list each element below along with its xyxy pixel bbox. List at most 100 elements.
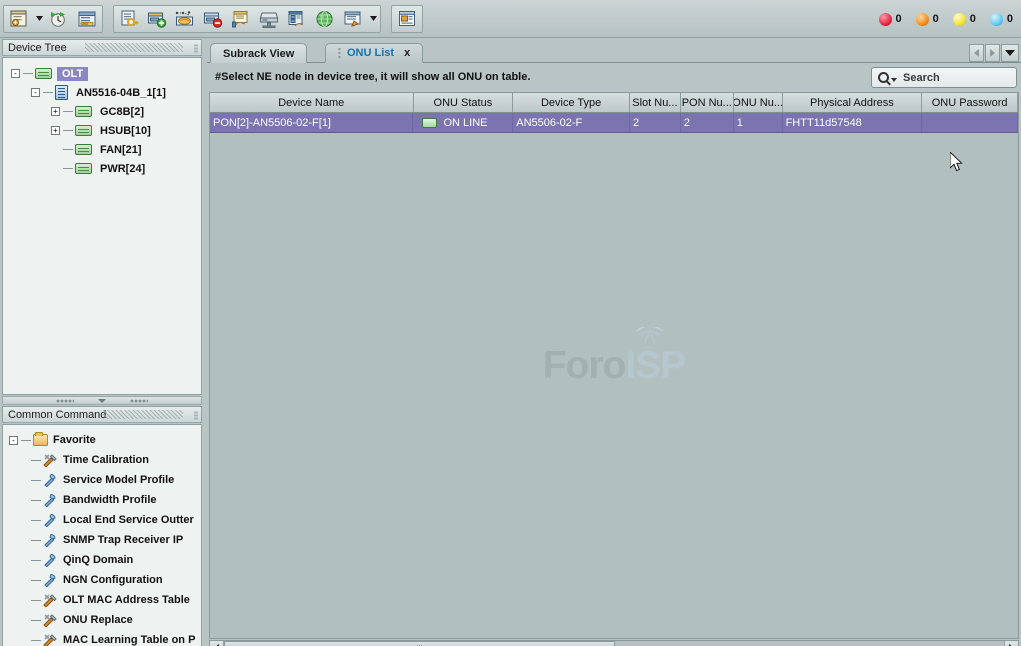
tab-prev-button[interactable] [969, 44, 984, 62]
scrollbar-thumb[interactable] [224, 641, 615, 646]
config-hand-icon [231, 10, 251, 28]
device-tree-container[interactable]: - OLT - AN5516-04B_1[1] + GC [2, 57, 202, 395]
tab-list-button[interactable] [1001, 44, 1019, 62]
shelf-icon [35, 68, 52, 79]
toolbar-group-ne: onu [3, 5, 103, 33]
column-header-onu-password[interactable]: ONU Password [922, 93, 1018, 112]
column-header-pon-number[interactable]: PON Nu... [681, 93, 734, 112]
tab-label: ONU List [347, 47, 394, 59]
scroll-right-button[interactable] [1004, 641, 1018, 646]
report-dropdown-arrow[interactable] [367, 7, 379, 31]
tree-connector [21, 440, 31, 441]
column-header-device-name[interactable]: Device Name [210, 93, 414, 112]
tree-node-an5516[interactable]: - AN5516-04B_1[1] [7, 83, 201, 102]
cc-item-label: OLT MAC Address Table [63, 594, 190, 606]
cell-pon-number: 2 [681, 113, 734, 132]
clock-sync-icon [49, 10, 70, 28]
cell-text: 2 [684, 117, 690, 129]
tab-drag-handle[interactable] [338, 47, 341, 59]
common-command-title: Common Command [8, 409, 106, 421]
tree-connector [31, 500, 41, 501]
time-sync-button[interactable] [46, 7, 72, 31]
hammer-icon [43, 513, 58, 527]
alarm-critical[interactable]: 0 [879, 13, 902, 26]
alarm-warning[interactable]: 0 [990, 13, 1013, 26]
authorization-button[interactable] [116, 7, 142, 31]
server-list-button[interactable] [284, 7, 310, 31]
tree-node-olt[interactable]: - OLT [7, 64, 201, 83]
column-header-onu-status[interactable]: ONU Status [414, 93, 514, 112]
cell-text: 1 [737, 117, 743, 129]
cc-item-service-model-profile[interactable]: Service Model Profile [7, 470, 201, 490]
cc-item-olt-mac-address-table[interactable]: OLT MAC Address Table [7, 590, 201, 610]
alarm-minor[interactable]: 0 [953, 13, 976, 26]
scroll-left-button[interactable] [210, 641, 224, 646]
common-command-title-bar: Common Command [2, 406, 202, 423]
tree-node-gc8b[interactable]: + GC8B[2] [7, 102, 201, 121]
cc-toggle-favorite[interactable]: - [9, 436, 18, 445]
add-device-button[interactable] [144, 7, 170, 31]
report-button[interactable] [340, 7, 366, 31]
column-header-slot-number[interactable]: Slot Nu... [630, 93, 681, 112]
panel-menu-dots[interactable] [194, 411, 198, 420]
folder-icon [33, 434, 48, 446]
tab-next-button[interactable] [985, 44, 1000, 62]
tree-toggle-an5516[interactable]: - [31, 88, 40, 97]
onu-table[interactable]: Device Name ONU Status Device Type Slot … [209, 92, 1019, 639]
search-input[interactable]: Search [871, 67, 1017, 88]
cc-item-onu-replace[interactable]: ONU Replace [7, 610, 201, 630]
cc-root-favorite[interactable]: - Favorite [7, 430, 201, 450]
tools-icon [43, 453, 58, 467]
cc-item-mac-learning-table-on-p[interactable]: MAC Learning Table on P [7, 630, 201, 646]
column-label: PON Nu... [682, 97, 732, 109]
watermark-text-isp: ISP [625, 344, 685, 387]
cc-item-local-end-service-outter[interactable]: Local End Service Outter [7, 510, 201, 530]
tree-node-pwr[interactable]: PWR[24] [7, 159, 201, 178]
config-wizard-button[interactable] [228, 7, 254, 31]
cc-item-snmp-trap-receiver-ip[interactable]: SNMP Trap Receiver IP [7, 530, 201, 550]
scrollbar-track[interactable] [224, 641, 1004, 646]
remove-device-button[interactable] [200, 7, 226, 31]
network-globe-button[interactable] [312, 7, 338, 31]
tree-node-label-fan: FAN[21] [100, 144, 142, 156]
tree-toggle-olt[interactable]: - [11, 69, 20, 78]
column-header-device-type[interactable]: Device Type [513, 93, 630, 112]
cc-item-time-calibration[interactable]: Time Calibration [7, 450, 201, 470]
table-row[interactable]: PON[2]-AN5506-02-F[1] ON LINE AN5506-02-… [210, 113, 1018, 133]
column-header-onu-number[interactable]: ONU Nu... [734, 93, 783, 112]
tab-subrack-view[interactable]: Subrack View [210, 43, 307, 63]
tree-node-fan[interactable]: FAN[21] [7, 140, 201, 159]
tree-connector [31, 640, 41, 641]
tab-label: Subrack View [223, 48, 294, 60]
common-command-container[interactable]: - Favorite Time Calibration [2, 424, 202, 646]
tree-toggle-hsub[interactable]: + [51, 126, 60, 135]
device-tree-title-bar: Device Tree [2, 39, 202, 56]
rack-view-button[interactable] [256, 7, 282, 31]
cc-item-label: ONU Replace [63, 614, 133, 626]
table-horizontal-scrollbar[interactable] [209, 640, 1019, 646]
card-icon [75, 163, 92, 174]
cc-item-bandwidth-profile[interactable]: Bandwidth Profile [7, 490, 201, 510]
tree-toggle-gc8b[interactable]: + [51, 107, 60, 116]
ne-manager-button[interactable] [6, 7, 32, 31]
tree-node-hsub[interactable]: + HSUB[10] [7, 121, 201, 140]
hammer-icon [43, 473, 58, 487]
layout-button[interactable] [394, 7, 420, 31]
panel-drag-grip[interactable] [85, 43, 183, 52]
tab-onu-list[interactable]: ONU List x [325, 43, 423, 63]
topology-button[interactable] [172, 7, 198, 31]
panel-drag-grip[interactable] [103, 410, 183, 419]
search-dropdown-icon[interactable] [891, 78, 897, 82]
alarm-major[interactable]: 0 [916, 13, 939, 26]
splitter-collapse-icon[interactable] [98, 399, 106, 403]
onu-list-button[interactable]: onu [74, 7, 100, 31]
cc-item-qinq-domain[interactable]: QinQ Domain [7, 550, 201, 570]
ne-manager-dropdown-arrow[interactable] [33, 7, 45, 31]
tree-connector [63, 111, 73, 112]
panel-menu-dots[interactable] [194, 44, 198, 53]
onu-online-icon [422, 118, 437, 128]
panel-splitter[interactable] [2, 396, 202, 405]
cc-item-ngn-configuration[interactable]: NGN Configuration [7, 570, 201, 590]
column-header-physical-address[interactable]: Physical Address [783, 93, 923, 112]
tab-close-icon[interactable]: x [404, 47, 410, 59]
